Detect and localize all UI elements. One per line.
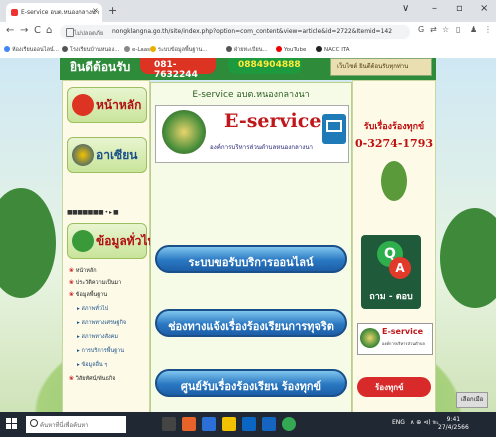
taskbar-search[interactable]: ค้นหาที่นี่เพื่อค้นหา (26, 416, 126, 433)
corruption-report-button[interactable]: ช่องทางแจ้งเรื่องร้องเรียนการทุจริต (155, 309, 347, 337)
complaint-center-button[interactable]: ศูนย์รับเรื่องร้องเรียน ร้องทุกข์ (155, 369, 347, 397)
asean-menu-button[interactable]: อาเซียน (67, 137, 147, 173)
phone-pill[interactable]: 081-7632244 (140, 58, 216, 80)
edge-icon[interactable] (202, 417, 216, 431)
sidebar-item[interactable]: ❀ ข้อมูลพื้นฐาน (69, 291, 107, 299)
bookmark-item[interactable]: YouTube (276, 46, 306, 53)
general-info-button[interactable]: ข้อมูลทั่วไป (67, 223, 155, 259)
bookmark-favicon-icon (150, 46, 156, 52)
sidebar-subitem[interactable]: ▸ ข้อมูลอื่น ๆ (77, 361, 107, 369)
url-text[interactable]: nongklangna.go.th/site/index.php?option=… (112, 28, 392, 35)
youtube-icon (276, 46, 282, 52)
clock[interactable]: 9:41 27/4/2566 (438, 416, 469, 432)
sidebar-subitem[interactable]: ▸ สภาพทางเศรษฐกิจ (77, 319, 126, 327)
browser-tab[interactable]: E-service อบต.หนองกลางนา × (6, 3, 102, 22)
right-sidebar: รับเรื่องร้องทุกข์ 0-3274-1793 Q A ถาม -… (352, 80, 436, 412)
minimize-button[interactable]: – (432, 3, 437, 14)
organization-seal-icon (360, 328, 380, 348)
eservice-banner: E-service องค์การบริหารส่วนตำบลหนองกลางน… (155, 105, 349, 163)
not-secure-icon (66, 28, 74, 37)
store-icon[interactable] (242, 417, 256, 431)
qa-button[interactable]: Q A ถาม - ตอบ (361, 235, 421, 309)
file-explorer-icon[interactable] (222, 417, 236, 431)
language-indicator[interactable]: ENG (392, 419, 405, 426)
main-content: E-service อบต.หนองกลางนา E-service องค์ก… (150, 82, 352, 412)
online-service-button[interactable]: ระบบขอรับบริการออนไลน์ (155, 245, 347, 273)
monitor-icon (322, 114, 346, 144)
contact-pill[interactable]: 0884904888 (228, 58, 302, 74)
tree-decoration (0, 188, 56, 298)
profile-icon[interactable]: ♟ (470, 25, 477, 34)
complaint-phone: 0-3274-1793 (354, 137, 433, 150)
taskbar: ค้นหาที่นี่เพื่อค้นหา ENG ∧ ⊕ ⊲) ℡ 9:41 … (0, 412, 496, 437)
complaint-heading: รับเรื่องร้องทุกข์ (363, 122, 425, 132)
home-menu-button[interactable]: หน้าหลัก (67, 87, 147, 123)
security-label: ไม่ปลอดภัย (74, 30, 104, 37)
back-icon[interactable]: ← (6, 25, 14, 36)
page-title: E-service อบต.หนองกลางนา (192, 90, 310, 100)
sidebar-subitem[interactable]: ▸ การบริการพื้นฐาน (77, 347, 124, 355)
tab-close-icon[interactable]: × (92, 6, 99, 15)
search-icon (30, 419, 38, 427)
google-icon[interactable]: G (418, 25, 424, 34)
house-icon (72, 94, 94, 116)
left-sidebar: หน้าหลัก อาเซียน ■■■■■■■ • ▸ ■ ข้อมูลทั่… (62, 80, 155, 412)
sidebar-icon[interactable]: ▯ (456, 25, 460, 34)
eservice-small-banner[interactable]: E-service องค์การบริหารส่วนตำบล (357, 323, 433, 355)
tab-search-icon[interactable]: ∨ (402, 3, 409, 14)
bookmark-favicon-icon (124, 46, 130, 52)
bookmark-item[interactable]: ระบบข้อมูลพื้นฐาน... (150, 46, 207, 54)
sidebar-item[interactable]: ❀ ประวัติความเป็นมา (69, 279, 121, 287)
tray-icons[interactable]: ∧ ⊕ ⊲) ℡ (410, 419, 439, 426)
document-icon (72, 230, 94, 252)
banner-subtitle: องค์การบริหารส่วนตำบลหนองกลางนา (210, 144, 314, 151)
sidebar-item[interactable]: ❀ หน้าหลัก (69, 267, 97, 275)
sidebar-subitem[interactable]: ▸ สภาพทั่วไป (77, 305, 108, 313)
nacc-icon (316, 46, 322, 52)
bookmark-favicon-icon (4, 46, 10, 52)
task-view-icon[interactable] (162, 417, 176, 431)
tab-bar: E-service อบต.หนองกลางนา × + ∨ – ▫ × (0, 0, 496, 22)
web-page: ยินดีต้อนรับ 081-7632244 0884904888 เว็บ… (0, 58, 496, 412)
bookmark-favicon-icon (226, 46, 232, 52)
forward-icon[interactable]: → (20, 25, 28, 36)
bookmark-item[interactable]: ฝ่ายทะเบียน... (226, 46, 268, 54)
header-right-sign: เว็บไซต์ ยินดีต้อนรับทุกท่าน (330, 58, 432, 76)
select-button[interactable]: เลือกเมือ (456, 392, 488, 408)
menu-icon[interactable]: ⋮ (484, 25, 492, 34)
site-favicon-icon (11, 9, 18, 16)
bookmark-item[interactable]: ห้องเรียนออนไลน์... (4, 46, 59, 54)
sidebar-item[interactable]: ❀ วิสัยทัศน์/พันธกิจ (69, 375, 115, 383)
share-icon[interactable]: ⇄ (430, 25, 437, 34)
banner-title: E-service (224, 110, 322, 132)
plant-icon (381, 161, 407, 201)
windows-start-icon[interactable] (6, 418, 18, 430)
address-bar[interactable]: ไม่ปลอดภัย nongklangna.go.th/site/index.… (60, 25, 410, 39)
reload-icon[interactable]: C (34, 25, 41, 36)
qa-label: ถาม - ตอบ (369, 292, 413, 302)
bookmarks-bar: ห้องเรียนออนไลน์... โรงเรียนบ้านหนอง... … (0, 42, 496, 59)
asean-flags: ■■■■■■■ • ▸ ■ (67, 209, 119, 216)
maximize-button[interactable]: ▫ (456, 3, 463, 14)
office-app-icon[interactable] (182, 417, 196, 431)
welcome-text: ยินดีต้อนรับ (70, 60, 131, 74)
bookmark-favicon-icon (62, 46, 68, 52)
bookmark-item[interactable]: NACC ITA (316, 46, 350, 53)
navigation-bar: ← → C ⌂ ไม่ปลอดภัย nongklangna.go.th/sit… (0, 22, 496, 42)
organization-seal-icon (162, 110, 206, 154)
answer-icon: A (389, 257, 411, 279)
sidebar-subitem[interactable]: ▸ สภาพทางสังคม (77, 333, 118, 341)
bookmark-item[interactable]: โรงเรียนบ้านหนอง... (62, 46, 119, 54)
asean-icon (72, 144, 94, 166)
close-window-button[interactable]: × (480, 3, 488, 14)
star-icon[interactable]: ☆ (442, 25, 449, 34)
bookmark-item[interactable]: e-Laas (124, 46, 150, 53)
tab-title: E-service อบต.หนองกลางนา (21, 9, 100, 16)
complaint-link[interactable]: ร้องทุกข์ (357, 377, 431, 397)
word-icon[interactable] (262, 417, 276, 431)
home-icon[interactable]: ⌂ (46, 25, 52, 36)
chrome-icon[interactable] (282, 417, 296, 431)
new-tab-button[interactable]: + (108, 4, 117, 17)
